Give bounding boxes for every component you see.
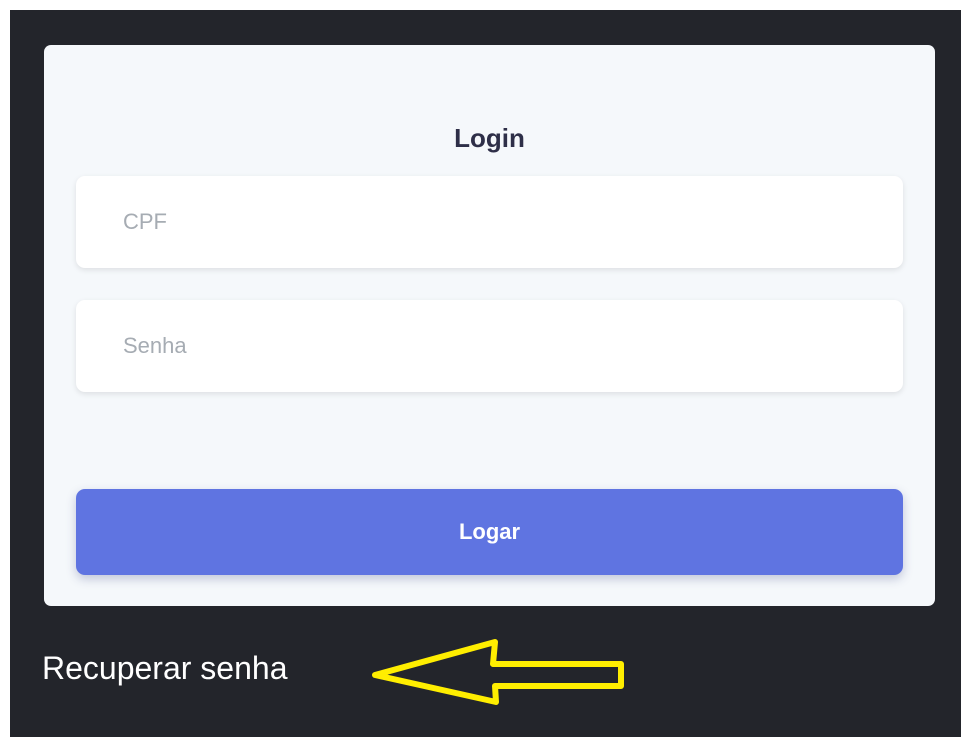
password-input[interactable] xyxy=(76,300,903,392)
recover-password-link[interactable]: Recuperar senha xyxy=(42,648,287,688)
cpf-input[interactable] xyxy=(76,176,903,268)
arrow-left-outline-icon xyxy=(372,639,624,705)
login-button[interactable]: Logar xyxy=(76,489,903,575)
login-title: Login xyxy=(454,123,525,153)
login-card: Login Logar xyxy=(44,45,935,606)
app-background: Login Logar Recuperar senha xyxy=(10,10,961,737)
